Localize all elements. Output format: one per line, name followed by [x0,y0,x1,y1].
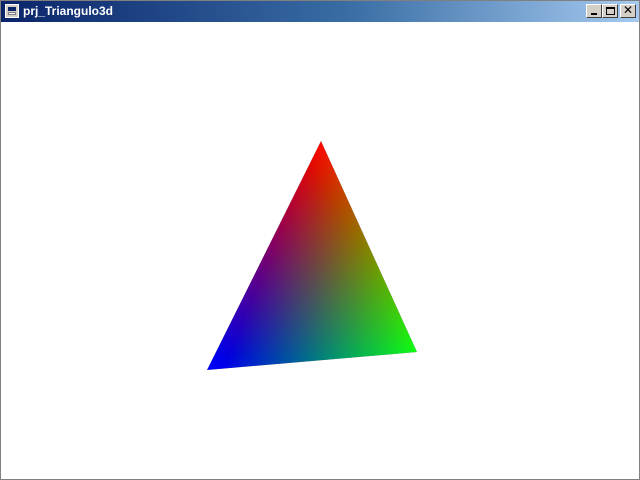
minimize-button[interactable] [586,4,602,18]
triangle-blue-channel [207,141,417,370]
render-canvas [207,141,417,370]
opengl-viewport[interactable] [1,22,639,479]
title-bar[interactable]: prj_Triangulo3d ✕ [1,1,639,22]
window-title: prj_Triangulo3d [23,4,114,18]
app-window: prj_Triangulo3d ✕ [0,0,640,480]
maximize-button[interactable] [602,4,618,18]
close-icon: ✕ [622,3,634,17]
maximize-icon [606,7,615,15]
close-button[interactable]: ✕ [620,4,636,18]
minimize-icon [591,13,597,15]
app-window-icon[interactable] [5,4,19,18]
rgb-triangle [207,141,417,370]
